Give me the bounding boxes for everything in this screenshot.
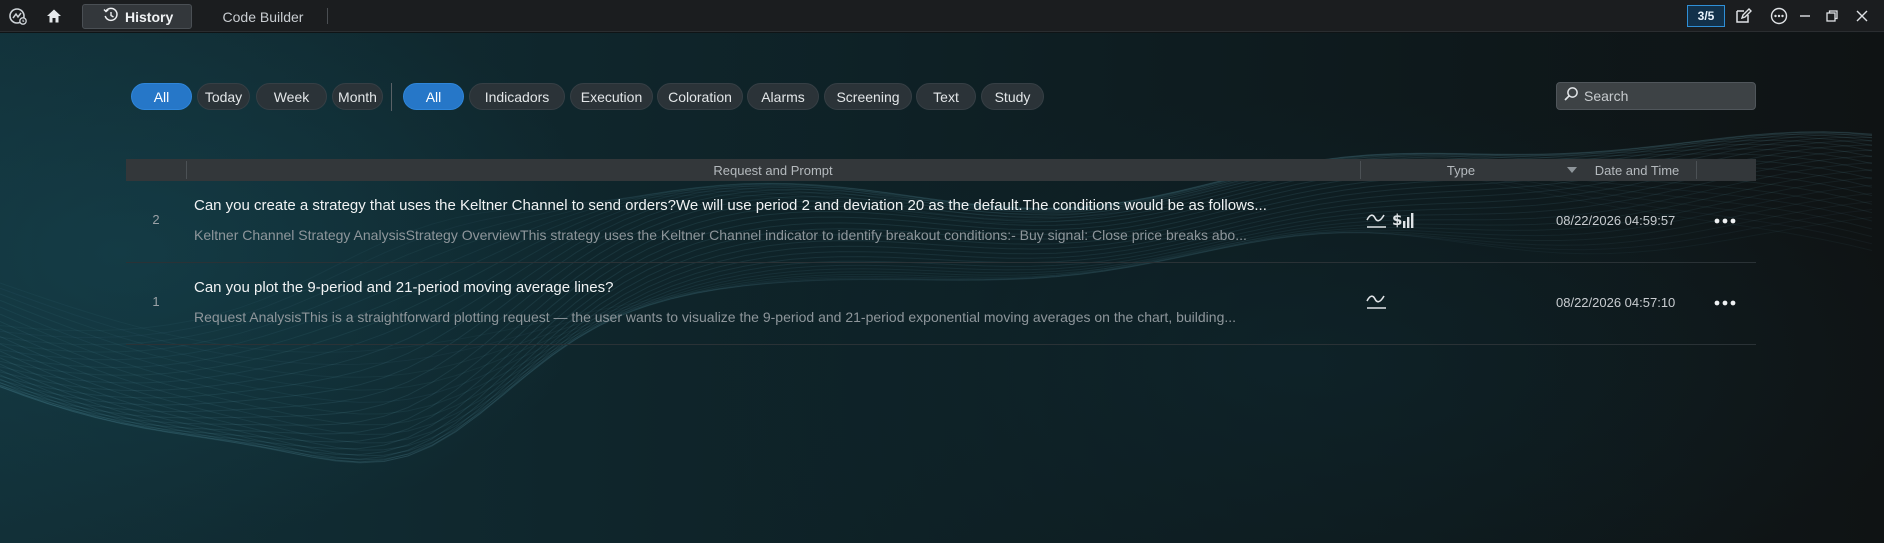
filter-time-today[interactable]: Today: [197, 83, 250, 110]
filter-label: Screening: [836, 88, 900, 105]
svg-text:$: $: [1392, 211, 1402, 229]
filter-label: Indicadors: [484, 88, 550, 105]
tab-history-label: History: [125, 8, 174, 25]
edit-icon[interactable]: [1733, 6, 1753, 26]
tab-divider: [327, 8, 328, 24]
row-response-summary: Keltner Channel Strategy AnalysisStrateg…: [194, 227, 1247, 243]
filter-label: Week: [273, 88, 310, 105]
filter-label: All: [153, 88, 170, 105]
filter-label: Month: [338, 88, 377, 105]
filter-label: Execution: [580, 88, 643, 105]
indicator-icon: [1366, 292, 1388, 315]
filter-time-month[interactable]: Month: [332, 83, 383, 110]
app-logo-icon[interactable]: [8, 6, 28, 26]
title-bar: History Code Builder 3/5: [0, 0, 1884, 32]
filter-label: Coloration: [668, 88, 732, 105]
filter-time-all[interactable]: All: [131, 83, 192, 110]
row-more-icon[interactable]: [1712, 212, 1738, 230]
filter-category-indicadors[interactable]: Indicadors: [469, 83, 565, 110]
home-icon[interactable]: [44, 6, 64, 26]
filter-category-alarms[interactable]: Alarms: [747, 83, 819, 110]
filter-category-text[interactable]: Text: [916, 83, 976, 110]
row-more-icon[interactable]: [1712, 294, 1738, 312]
filter-label: All: [425, 88, 442, 105]
row-request-title: Can you plot the 9-period and 21-period …: [194, 279, 614, 296]
tab-code-builder-label: Code Builder: [222, 8, 304, 25]
execution-icon: $: [1392, 210, 1414, 235]
filter-label: Text: [933, 88, 959, 105]
row-type-icons: [1366, 292, 1388, 315]
filter-label: Today: [204, 88, 243, 105]
filter-category-study[interactable]: Study: [981, 83, 1044, 110]
row-request-title: Can you create a strategy that uses the …: [194, 197, 1267, 214]
close-icon[interactable]: [1852, 6, 1872, 26]
restore-icon[interactable]: [1822, 6, 1842, 26]
history-panel: All Today Week Month All Indicadors Exec…: [0, 33, 1884, 543]
tab-code-builder[interactable]: Code Builder: [208, 4, 318, 29]
filter-label: Alarms: [761, 88, 805, 105]
row-number: 2: [152, 212, 160, 227]
search-box[interactable]: [1556, 82, 1756, 110]
row-type-icons: $: [1366, 210, 1414, 235]
column-divider: [1696, 161, 1697, 179]
more-options-icon[interactable]: [1769, 6, 1789, 26]
table-row[interactable]: 2 Can you create a strategy that uses th…: [126, 182, 1756, 263]
filter-category-screening[interactable]: Screening: [824, 83, 912, 110]
row-datetime: 08/22/2026 04:59:57: [1556, 213, 1676, 228]
search-input[interactable]: [1584, 88, 1744, 104]
table-row[interactable]: 1 Can you plot the 9-period and 21-perio…: [126, 264, 1756, 345]
sort-descending-icon[interactable]: [1562, 159, 1582, 181]
filter-label: Study: [994, 88, 1031, 105]
row-datetime: 08/22/2026 04:57:10: [1556, 295, 1676, 310]
page-counter-badge[interactable]: 3/5: [1687, 5, 1725, 27]
column-header-label: Type: [1446, 162, 1476, 178]
indicator-icon: [1366, 211, 1388, 234]
filter-divider: [391, 83, 392, 111]
column-header-datetime[interactable]: Date and Time: [1582, 159, 1692, 181]
row-response-summary: Request AnalysisThis is a straightforwar…: [194, 309, 1237, 325]
tab-history[interactable]: History: [82, 4, 192, 29]
minimize-icon[interactable]: [1795, 6, 1815, 26]
filter-category-execution[interactable]: Execution: [570, 83, 653, 110]
row-number: 1: [152, 294, 160, 309]
filter-category-coloration[interactable]: Coloration: [657, 83, 743, 110]
filter-category-all[interactable]: All: [403, 83, 464, 110]
search-icon: [1563, 86, 1579, 107]
column-header-label: Date and Time: [1594, 162, 1680, 178]
column-header-type[interactable]: Type: [1360, 159, 1562, 181]
table-header: Request and Prompt Type Date and Time: [126, 159, 1756, 181]
filter-time-week[interactable]: Week: [256, 83, 327, 110]
history-icon: [103, 7, 119, 26]
column-header-label: Request and Prompt: [713, 162, 833, 178]
column-header-request[interactable]: Request and Prompt: [186, 159, 1360, 181]
